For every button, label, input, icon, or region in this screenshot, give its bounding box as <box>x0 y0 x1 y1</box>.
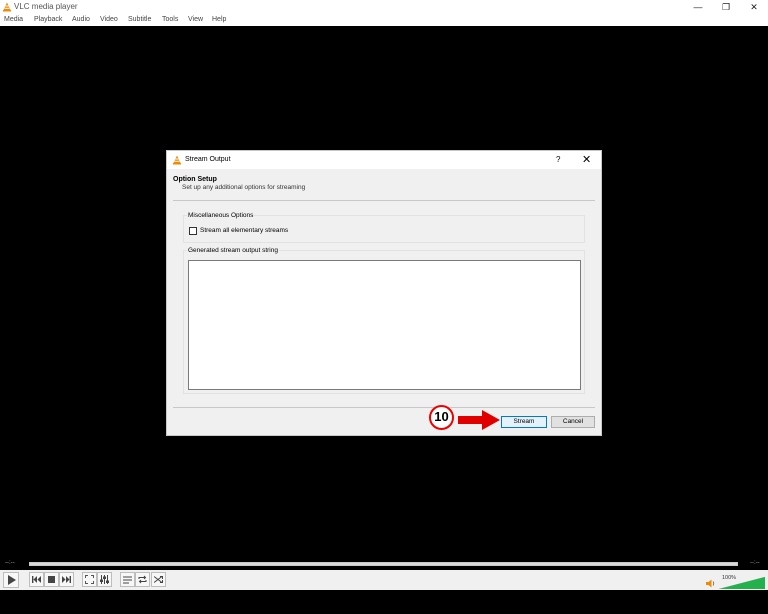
stream-button[interactable]: Stream <box>501 416 547 428</box>
misc-options-label: Miscellaneous Options <box>187 212 255 219</box>
red-arrow-icon <box>458 410 500 430</box>
elapsed-time: --:-- <box>5 560 15 566</box>
vlc-cone-icon <box>173 155 181 165</box>
next-button[interactable] <box>59 572 74 587</box>
dialog-body: Option Setup Set up any additional optio… <box>167 169 601 435</box>
maximize-button[interactable]: ❐ <box>712 0 740 14</box>
shuffle-icon <box>154 576 163 583</box>
menu-playback[interactable]: Playback <box>34 16 62 23</box>
menu-video[interactable]: Video <box>100 16 118 23</box>
fullscreen-button[interactable] <box>82 572 97 587</box>
vlc-cone-icon <box>3 2 11 12</box>
shuffle-button[interactable] <box>151 572 166 587</box>
output-string-label: Generated stream output string <box>187 247 279 254</box>
vlc-window: VLC media player — ❐ ✕ Media Playback Au… <box>0 0 768 614</box>
output-string-textarea[interactable] <box>188 260 581 390</box>
playback-controls <box>0 570 768 590</box>
cancel-button[interactable]: Cancel <box>551 416 595 428</box>
menu-subtitle[interactable]: Subtitle <box>128 16 151 23</box>
playlist-button[interactable] <box>120 572 135 587</box>
footer-divider <box>173 407 595 408</box>
loop-button[interactable] <box>135 572 150 587</box>
section-subtitle: Set up any additional options for stream… <box>182 184 306 191</box>
menu-help[interactable]: Help <box>212 16 226 23</box>
next-icon <box>62 576 71 583</box>
dialog-close-button[interactable]: ✕ <box>582 153 591 166</box>
playlist-icon <box>123 576 132 583</box>
previous-icon <box>32 576 41 583</box>
stop-button[interactable] <box>44 572 59 587</box>
stream-all-elementary-label[interactable]: Stream all elementary streams <box>200 227 288 234</box>
stop-icon <box>48 576 55 583</box>
equalizer-icon <box>100 575 109 584</box>
menu-media[interactable]: Media <box>4 16 23 23</box>
dialog-help-button[interactable]: ? <box>556 155 560 164</box>
volume-slider[interactable] <box>719 577 765 589</box>
loop-icon <box>138 575 147 584</box>
window-title: VLC media player <box>14 2 78 11</box>
dialog-title: Stream Output <box>185 156 231 163</box>
play-button[interactable] <box>3 572 19 588</box>
menu-audio[interactable]: Audio <box>72 16 90 23</box>
dialog-title-bar: Stream Output ? ✕ <box>167 151 601 169</box>
minimize-button[interactable]: — <box>684 0 712 14</box>
fullscreen-icon <box>85 575 94 584</box>
title-bar: VLC media player — ❐ ✕ <box>0 0 768 14</box>
remaining-time: --:-- <box>750 560 760 566</box>
header-divider <box>173 200 595 201</box>
speaker-icon[interactable] <box>706 579 716 588</box>
extended-settings-button[interactable] <box>97 572 112 587</box>
step-number-badge: 10 <box>429 405 454 430</box>
stream-all-elementary-checkbox[interactable] <box>189 227 197 235</box>
play-icon <box>7 575 16 585</box>
menu-tools[interactable]: Tools <box>162 16 178 23</box>
menu-view[interactable]: View <box>188 16 203 23</box>
menu-bar: Media Playback Audio Video Subtitle Tool… <box>0 14 768 26</box>
seek-slider[interactable] <box>29 562 738 566</box>
previous-button[interactable] <box>29 572 44 587</box>
stream-output-dialog: Stream Output ? ✕ Option Setup Set up an… <box>166 150 602 436</box>
close-button[interactable]: ✕ <box>740 0 768 14</box>
section-title: Option Setup <box>173 176 217 183</box>
